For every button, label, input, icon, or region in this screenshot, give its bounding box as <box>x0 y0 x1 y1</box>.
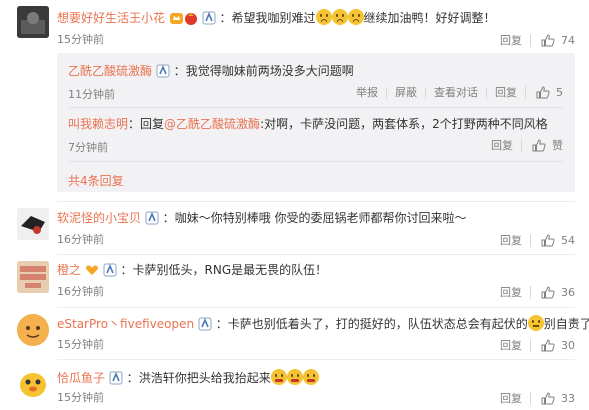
comment-text: 咖妹～你特别棒哦 你受的委屈锅老师都帮你讨回来啦～ <box>174 211 467 225</box>
username[interactable]: 橙之 <box>57 263 81 277</box>
comment-text: 希望我咖别难过 <box>231 11 316 25</box>
divider <box>57 359 575 360</box>
like-label: 赞 <box>552 138 563 152</box>
avatar[interactable] <box>17 314 49 346</box>
reply-button[interactable]: 回复 <box>486 86 525 99</box>
timestamp: 7分钟前 <box>68 141 108 154</box>
angry-emoji-icon <box>286 369 303 385</box>
reply-button[interactable]: 回复 <box>492 339 530 352</box>
like-button[interactable]: 36 <box>530 286 575 299</box>
timestamp: 15分钟前 <box>57 391 104 404</box>
member-crown-icon[interactable] <box>169 11 184 29</box>
like-count: 30 <box>561 338 575 352</box>
comment-text: 卡萨别低头，RNG是最无畏的队伍！ <box>132 263 328 277</box>
avatar-image <box>17 261 49 293</box>
thumbs-up-icon <box>532 139 546 152</box>
divider <box>57 254 575 255</box>
comment-text-after: 继续加油鸭！好好调整！ <box>363 11 496 25</box>
like-button[interactable]: 74 <box>530 34 575 47</box>
thumbs-up-icon <box>536 86 550 99</box>
reply-username[interactable]: 乙酰乙酸硫激酶 <box>68 64 152 78</box>
reply-thread: 乙酰乙酸硫激酶 ：我觉得咖妹前两场没多大问题啊 11分钟前 举报 屏蔽 查看对话… <box>57 53 575 192</box>
avatar[interactable] <box>17 208 49 240</box>
comment-text: 卡萨也别低着头了，打的挺好的，队伍状态总会有起伏的 <box>227 317 528 331</box>
timestamp: 15分钟前 <box>57 33 104 46</box>
avatar[interactable] <box>17 261 49 293</box>
comment-text: 洪浩轩你把头给我抬起来 <box>138 371 271 385</box>
username[interactable]: 恰瓜鱼子 <box>57 371 105 385</box>
angry-emoji-icon <box>270 369 287 385</box>
timestamp: 16分钟前 <box>57 285 104 298</box>
sad-emoji-icon <box>347 9 364 25</box>
group-badge-icon[interactable] <box>145 211 159 229</box>
timestamp: 16分钟前 <box>57 233 104 246</box>
sad-emoji-icon <box>331 9 348 25</box>
reply-button[interactable]: 回复 <box>483 139 521 152</box>
comment-text-after: 别自责了 <box>543 317 589 331</box>
divider <box>68 107 564 108</box>
report-button[interactable]: 举报 <box>348 86 386 99</box>
divider <box>57 201 575 202</box>
block-button[interactable]: 屏蔽 <box>386 86 425 99</box>
more-replies-link[interactable]: 共4条回复 <box>68 172 124 189</box>
reply-text: 我觉得咖妹前两场没多大问题啊 <box>185 64 354 78</box>
thumbs-up-icon <box>541 286 555 299</box>
username[interactable]: eStarPro丶fivefiveopen <box>57 317 194 331</box>
like-button[interactable]: 30 <box>530 339 575 352</box>
sad-emoji-icon <box>315 9 332 25</box>
group-badge-icon[interactable] <box>109 371 123 389</box>
reply-text: :对啊，卡萨没问题，两套体系，2个打野两种不同风格 <box>260 117 548 131</box>
like-count: 36 <box>561 285 575 299</box>
avatar[interactable] <box>17 6 49 38</box>
group-badge-icon[interactable] <box>103 263 117 281</box>
timestamp: 11分钟前 <box>68 88 115 101</box>
mention-link[interactable]: @乙酰乙酸硫激酶 <box>164 117 260 131</box>
divider <box>68 161 564 162</box>
group-badge-icon[interactable] <box>156 64 170 82</box>
like-count: 54 <box>561 233 575 247</box>
fan-medal-icon[interactable] <box>184 11 198 29</box>
view-conversation-button[interactable]: 查看对话 <box>425 86 486 99</box>
sweat-emoji-icon <box>527 315 544 331</box>
timestamp: 15分钟前 <box>57 338 104 351</box>
angry-emoji-icon <box>302 369 319 385</box>
like-count: 33 <box>561 391 575 405</box>
like-button[interactable]: 54 <box>530 234 575 247</box>
like-count: 5 <box>556 85 563 99</box>
reply-prefix: 回复 <box>140 117 165 131</box>
divider <box>57 307 575 308</box>
group-badge-icon[interactable] <box>202 11 216 29</box>
reply-button[interactable]: 回复 <box>492 34 530 47</box>
like-count: 74 <box>561 33 575 47</box>
username[interactable]: 软泥怪的小宝贝 <box>57 211 141 225</box>
thumbs-up-icon <box>541 234 555 247</box>
reply-button[interactable]: 回复 <box>492 392 530 405</box>
thumbs-up-icon <box>541 392 555 405</box>
like-button[interactable]: 5 <box>525 86 563 99</box>
avatar[interactable] <box>17 367 49 399</box>
username[interactable]: 想要好好生活王小花 <box>57 11 165 25</box>
thumbs-up-icon <box>541 339 555 352</box>
like-button[interactable]: 赞 <box>521 139 563 152</box>
reply-username[interactable]: 叫我赖志明 <box>68 117 128 131</box>
heart-medal-icon[interactable] <box>85 263 99 281</box>
reply-button[interactable]: 回复 <box>492 286 530 299</box>
reply-button[interactable]: 回复 <box>492 234 530 247</box>
thumbs-up-icon <box>541 34 555 47</box>
like-button[interactable]: 33 <box>530 392 575 405</box>
group-badge-icon[interactable] <box>198 317 212 335</box>
